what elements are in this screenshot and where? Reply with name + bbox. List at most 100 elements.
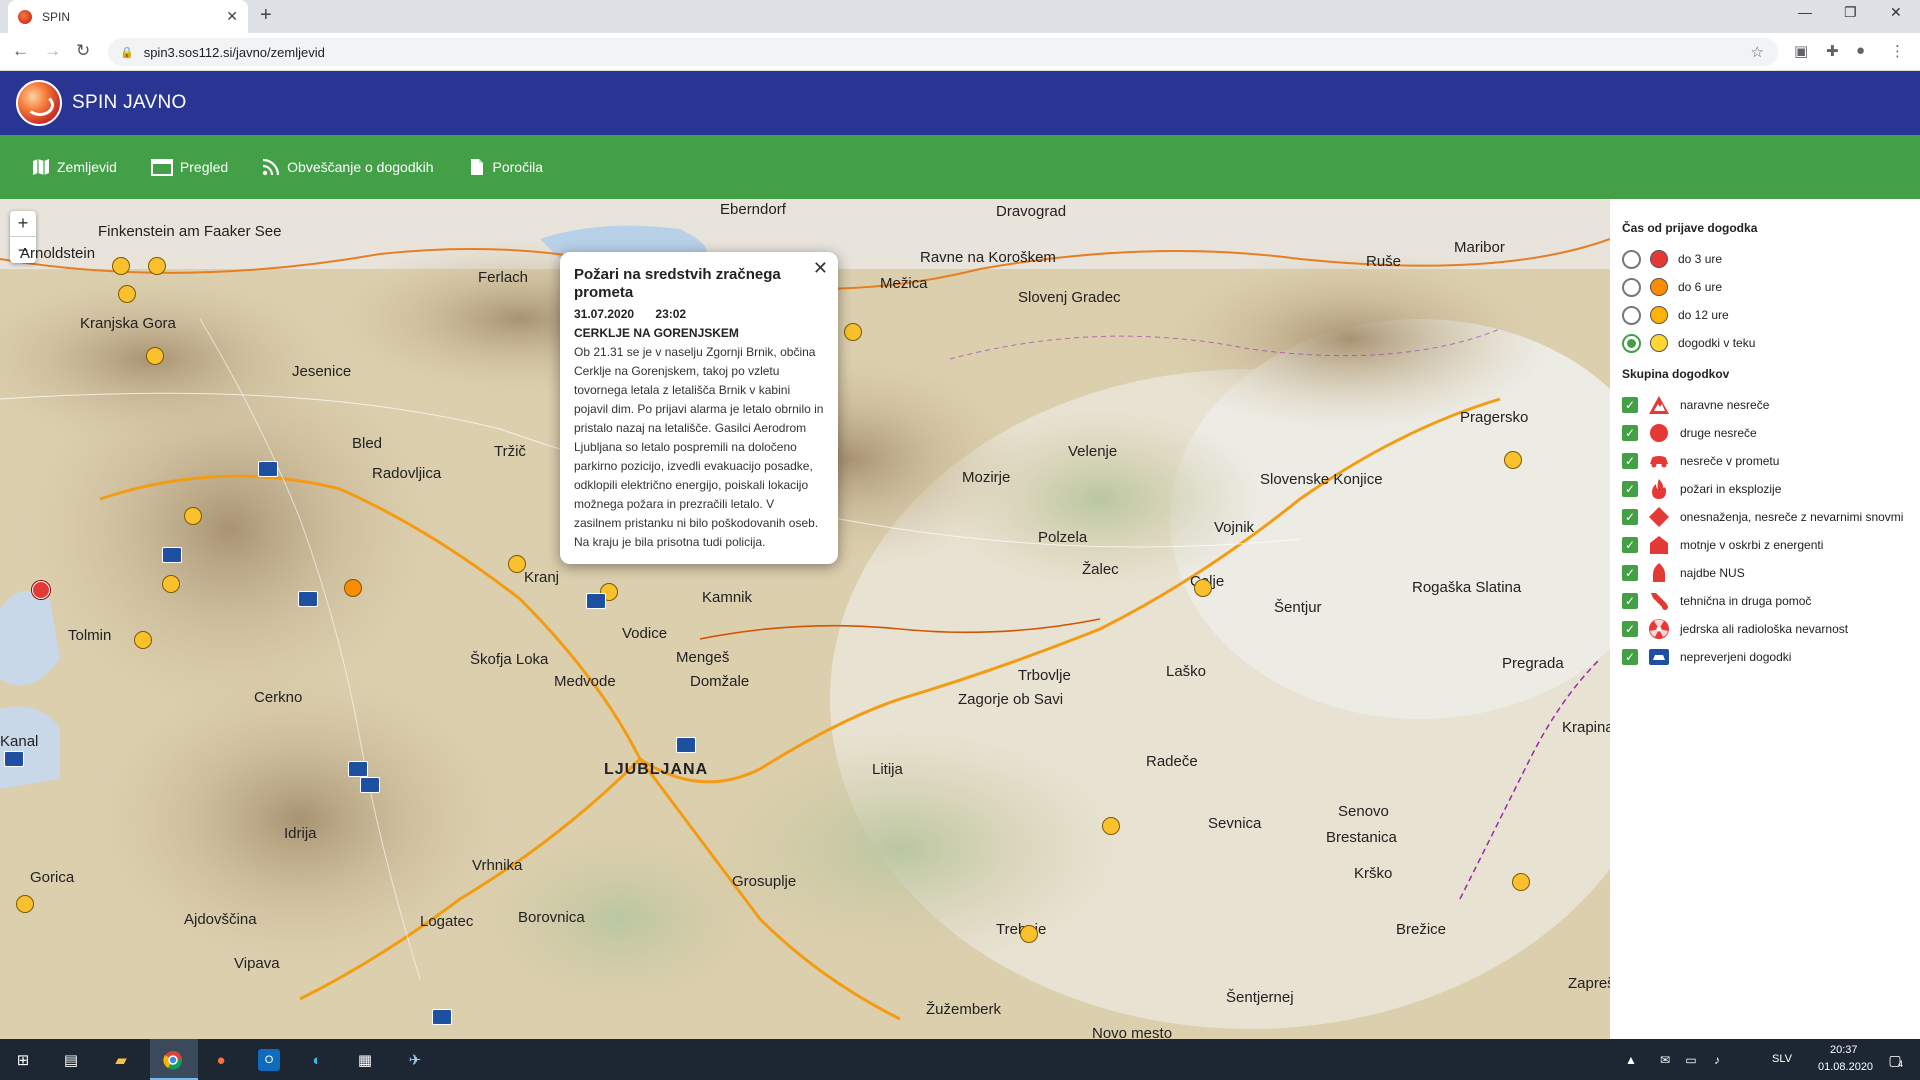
outlook-icon[interactable]: O: [258, 1049, 280, 1071]
file-explorer-icon[interactable]: ▰: [110, 1049, 132, 1071]
forward-icon[interactable]: →: [44, 41, 61, 61]
group-filter-natural[interactable]: ✓ naravne nesreče: [1622, 391, 1910, 419]
unverified-event-marker[interactable]: [298, 591, 318, 607]
tray-clock[interactable]: 20:37: [1830, 1044, 1858, 1056]
popup-close-icon[interactable]: ✕: [813, 258, 828, 279]
nav-item-obvescanje[interactable]: Obveščanje o dogodkih: [262, 158, 434, 176]
time-filter-6h[interactable]: do 6 ure: [1622, 273, 1910, 301]
app-bird-icon[interactable]: ✈: [404, 1049, 426, 1071]
event-marker[interactable]: [184, 507, 202, 525]
radio-button-checked[interactable]: [1622, 333, 1641, 353]
group-filter-ordnance[interactable]: ✓ najdbe NUS: [1622, 559, 1910, 587]
group-filter-technical[interactable]: ✓ tehnična in druga pomoč: [1622, 587, 1910, 615]
map-place-label: Mengeš: [676, 649, 730, 666]
event-marker[interactable]: [118, 285, 136, 303]
event-marker[interactable]: [844, 323, 862, 341]
extension-icon[interactable]: ▣: [1794, 42, 1808, 60]
checkbox-checked[interactable]: ✓: [1622, 649, 1638, 665]
unverified-event-marker[interactable]: [258, 461, 278, 477]
zoom-in-button[interactable]: +: [10, 211, 36, 237]
time-filter-12h[interactable]: do 12 ure: [1622, 301, 1910, 329]
group-filter-radiation[interactable]: ✓ jedrska ali radiološka nevarnost: [1622, 615, 1910, 643]
time-filter-3h[interactable]: do 3 ure: [1622, 245, 1910, 273]
checkbox-checked[interactable]: ✓: [1622, 509, 1638, 525]
menu-dots-icon[interactable]: ⋮: [1890, 42, 1905, 60]
red-dot-icon: [1650, 250, 1668, 268]
event-marker[interactable]: [1504, 451, 1522, 469]
unverified-event-marker[interactable]: [676, 737, 696, 753]
restore-icon[interactable]: ❐: [1844, 4, 1857, 21]
puzzle-icon[interactable]: ✚: [1826, 42, 1839, 60]
unverified-event-marker[interactable]: [360, 777, 380, 793]
checkbox-checked[interactable]: ✓: [1622, 593, 1638, 609]
profile-icon[interactable]: ●: [1856, 42, 1865, 59]
checkbox-checked[interactable]: ✓: [1622, 425, 1638, 441]
event-marker[interactable]: [148, 257, 166, 275]
calculator-icon[interactable]: ▦: [354, 1049, 376, 1071]
unverified-event-marker[interactable]: [4, 751, 24, 767]
spin-logo[interactable]: [16, 80, 62, 126]
map-place-label: Ajdovščina: [184, 911, 257, 928]
close-tab-icon[interactable]: ✕: [226, 8, 238, 25]
unverified-event-marker[interactable]: [432, 1009, 452, 1025]
browser-tab-strip: SPIN ✕ + — ❐ ✕: [0, 0, 1920, 33]
nav-item-pregled[interactable]: Pregled: [150, 158, 228, 176]
event-marker[interactable]: [1512, 873, 1530, 891]
event-marker[interactable]: [134, 631, 152, 649]
tray-sound-icon[interactable]: ♪: [1706, 1049, 1728, 1071]
event-marker[interactable]: [146, 347, 164, 365]
address-bar[interactable]: 🔒 spin3.sos112.si/javno/zemljevid ☆: [108, 38, 1778, 66]
group-filter-other[interactable]: ✓ druge nesreče: [1622, 419, 1910, 447]
nav-item-zemljevid[interactable]: Zemljevid: [32, 158, 117, 176]
tray-outlook-icon[interactable]: ✉: [1654, 1049, 1676, 1071]
event-marker[interactable]: [16, 895, 34, 913]
group-filter-unverified[interactable]: ✓ nepreverjeni dogodki: [1622, 643, 1910, 671]
checkbox-checked[interactable]: ✓: [1622, 621, 1638, 637]
back-icon[interactable]: ←: [12, 41, 29, 61]
unverified-event-marker[interactable]: [162, 547, 182, 563]
checkbox-checked[interactable]: ✓: [1622, 481, 1638, 497]
task-view-icon[interactable]: ▤: [60, 1049, 82, 1071]
minimize-icon[interactable]: —: [1798, 4, 1812, 20]
input-language[interactable]: SLV: [1772, 1053, 1792, 1065]
tray-network-icon[interactable]: ▲: [1620, 1049, 1642, 1071]
group-filter-fire[interactable]: ✓ požari in eksplozije: [1622, 475, 1910, 503]
event-marker[interactable]: [1194, 579, 1212, 597]
group-filter-hazmat[interactable]: ✓ onesnaženja, nesreče z nevarnimi snovm…: [1622, 503, 1910, 531]
checkbox-checked[interactable]: ✓: [1622, 453, 1638, 469]
windows-start-icon[interactable]: ⊞: [12, 1049, 34, 1071]
event-marker[interactable]: [162, 575, 180, 593]
radio-button[interactable]: [1622, 249, 1641, 269]
firefox-icon[interactable]: ●: [210, 1049, 232, 1071]
unverified-event-marker[interactable]: [586, 593, 606, 609]
event-marker[interactable]: [344, 579, 362, 597]
map-place-label: Polzela: [1038, 529, 1088, 546]
radio-button[interactable]: [1622, 305, 1641, 325]
checkbox-checked[interactable]: ✓: [1622, 397, 1638, 413]
tray-display-icon[interactable]: ▭: [1680, 1049, 1702, 1071]
map-place-label: Trbovlje: [1018, 667, 1071, 684]
browser-tab[interactable]: SPIN ✕: [8, 0, 248, 33]
event-marker[interactable]: [1020, 925, 1038, 943]
tray-date[interactable]: 01.08.2020: [1818, 1061, 1873, 1073]
map-canvas[interactable]: + − Finkenstein am Faaker See Arnoldstei…: [0, 199, 1610, 1039]
reload-icon[interactable]: ↻: [76, 41, 90, 61]
unverified-event-marker[interactable]: [348, 761, 368, 777]
group-filter-traffic[interactable]: ✓ nesreče v prometu: [1622, 447, 1910, 475]
event-marker[interactable]: [1102, 817, 1120, 835]
window-close-icon[interactable]: ✕: [1890, 4, 1902, 21]
event-marker-recent[interactable]: [32, 581, 50, 599]
new-tab-icon[interactable]: +: [260, 4, 272, 27]
chrome-icon[interactable]: [162, 1049, 184, 1071]
nav-item-porocila[interactable]: Poročila: [468, 158, 543, 176]
bookmark-star-icon[interactable]: ☆: [1751, 43, 1764, 61]
checkbox-checked[interactable]: ✓: [1622, 537, 1638, 553]
group-filter-energy[interactable]: ✓ motnje v oskrbi z energenti: [1622, 531, 1910, 559]
event-marker[interactable]: [112, 257, 130, 275]
radio-button[interactable]: [1622, 277, 1641, 297]
time-filter-ongoing[interactable]: dogodki v teku: [1622, 329, 1910, 357]
event-marker[interactable]: [508, 555, 526, 573]
checkbox-checked[interactable]: ✓: [1622, 565, 1638, 581]
edge-icon[interactable]: ◐: [306, 1049, 328, 1071]
map-place-label: Senovo: [1338, 803, 1389, 820]
